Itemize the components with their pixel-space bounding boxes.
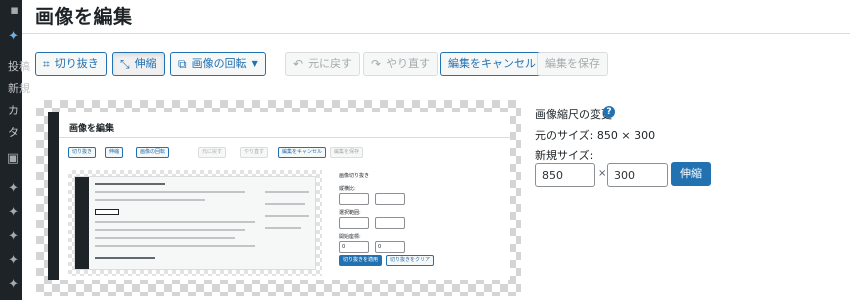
nested-line bbox=[95, 191, 245, 193]
title-divider bbox=[22, 33, 850, 34]
nested-line bbox=[265, 227, 301, 229]
preview-undo-button: 元に戻す bbox=[198, 147, 227, 158]
redo-button[interactable]: ↷ やり直す bbox=[363, 52, 439, 76]
undo-icon: ↶ bbox=[293, 57, 304, 71]
preview-sidebar bbox=[48, 112, 59, 280]
nested-line bbox=[95, 257, 155, 259]
crop-icon: ⌗ bbox=[43, 57, 50, 71]
help-icon[interactable]: ? bbox=[603, 106, 615, 118]
preview-aspect-height-field bbox=[375, 193, 405, 205]
scale-button-label: 伸縮 bbox=[134, 57, 157, 70]
nested-line bbox=[95, 237, 235, 239]
preview-selection-height-field bbox=[375, 217, 405, 229]
nested-line bbox=[95, 221, 255, 223]
undo-button-label: 元に戻す bbox=[308, 57, 353, 70]
rotate-button-label: 画像の回転 bbox=[191, 57, 247, 70]
pin-icon[interactable]: ✦ bbox=[0, 202, 22, 224]
chevron-down-icon: ▼ bbox=[251, 59, 258, 68]
original-size-text: 元のサイズ: 850 × 300 bbox=[535, 129, 656, 142]
nested-line bbox=[265, 191, 309, 193]
nested-line bbox=[95, 229, 245, 231]
preview-start-x-field: 0 bbox=[339, 241, 369, 253]
preview-scale-button: 伸縮 bbox=[105, 147, 124, 158]
preview-selection-label: 選択範囲: bbox=[339, 210, 361, 216]
nested-line bbox=[95, 183, 165, 185]
preview-rotate-button: 画像の回転 bbox=[136, 147, 170, 158]
sidebar-item-category[interactable]: カ bbox=[8, 102, 19, 118]
crop-button[interactable]: ⌗ 切り抜き bbox=[35, 52, 107, 76]
preview-clear-crop-button: 切り抜きをクリア bbox=[386, 255, 435, 266]
rotate-dropdown-button[interactable]: ⧉ 画像の回転 ▼ bbox=[170, 52, 266, 76]
new-size-label: 新規サイズ: bbox=[535, 149, 594, 162]
preview-divider bbox=[59, 137, 510, 138]
nested-line bbox=[265, 203, 305, 205]
preview-save-button: 編集を保存 bbox=[330, 147, 364, 158]
pin-icon[interactable]: ✦ bbox=[0, 274, 22, 296]
preview-page-title: 画像を編集 bbox=[69, 124, 115, 134]
scale-button[interactable]: ⤡ 伸縮 bbox=[112, 52, 165, 76]
preview-selection-width-field bbox=[339, 217, 369, 229]
page-title: 画像を編集 bbox=[35, 6, 133, 28]
scale-width-input[interactable] bbox=[535, 163, 595, 187]
nested-line bbox=[265, 215, 309, 217]
redo-button-label: やり直す bbox=[386, 57, 431, 70]
preview-redo-button: やり直す bbox=[240, 147, 269, 158]
pin-icon[interactable]: ✦ bbox=[0, 250, 22, 272]
preview-aspect-label: 縦横比: bbox=[339, 186, 356, 192]
cancel-edit-button[interactable]: 編集をキャンセル bbox=[440, 52, 544, 76]
pin-icon[interactable]: ✦ bbox=[0, 26, 22, 48]
nested-line bbox=[95, 245, 255, 247]
preview-nested-screenshot bbox=[68, 170, 322, 276]
preview-image: 画像を編集 切り抜き 伸縮 画像の回転 元に戻す やり直す 編集をキャンセル 編… bbox=[48, 112, 510, 280]
scale-icon: ⤡ bbox=[120, 57, 130, 71]
times-sign: × bbox=[598, 168, 607, 179]
pin-icon[interactable]: ✦ bbox=[0, 226, 22, 248]
redo-icon: ↷ bbox=[371, 57, 382, 71]
nested-box bbox=[95, 209, 119, 215]
preview-start-label: 開始座標: bbox=[339, 234, 361, 240]
scale-height-input[interactable] bbox=[607, 163, 668, 187]
preview-crop-panel-title: 画像切り抜き bbox=[339, 173, 370, 179]
undo-button[interactable]: ↶ 元に戻す bbox=[285, 52, 361, 76]
pin-icon[interactable]: ✦ bbox=[0, 178, 22, 200]
sidebar-item-posts[interactable]: 投稿 bbox=[8, 58, 30, 74]
dashboard-menu-icon[interactable]: ▪ bbox=[0, 0, 22, 22]
save-edit-button[interactable]: 編集を保存 bbox=[537, 52, 608, 76]
nested-sidebar bbox=[75, 177, 89, 269]
preview-start-y-field: 0 bbox=[375, 241, 405, 253]
image-preview[interactable]: 画像を編集 切り抜き 伸縮 画像の回転 元に戻す やり直す 編集をキャンセル 編… bbox=[36, 100, 521, 296]
crop-button-label: 切り抜き bbox=[54, 57, 99, 70]
preview-apply-crop-button: 切り抜きを適用 bbox=[339, 255, 383, 266]
media-menu-icon[interactable]: ▣ bbox=[0, 148, 22, 170]
admin-sidebar: ▪ ✦ 投稿 新規 カ タ ▣ ✦ ✦ ✦ ✦ ✦ bbox=[0, 0, 30, 300]
sidebar-item-new[interactable]: 新規 bbox=[8, 80, 30, 96]
nested-line bbox=[95, 199, 205, 201]
cancel-edit-label: 編集をキャンセル bbox=[448, 57, 536, 70]
preview-cancel-button: 編集をキャンセル bbox=[278, 147, 327, 158]
save-edit-label: 編集を保存 bbox=[545, 57, 600, 70]
preview-aspect-width-field bbox=[339, 193, 369, 205]
preview-crop-button: 切り抜き bbox=[68, 147, 97, 158]
rotate-icon: ⧉ bbox=[178, 57, 187, 71]
scale-apply-button[interactable]: 伸縮 bbox=[671, 162, 711, 186]
nested-editor bbox=[74, 176, 316, 270]
sidebar-item-tag[interactable]: タ bbox=[8, 124, 19, 140]
scale-panel-title: 画像縮尺の変更 bbox=[535, 108, 612, 121]
